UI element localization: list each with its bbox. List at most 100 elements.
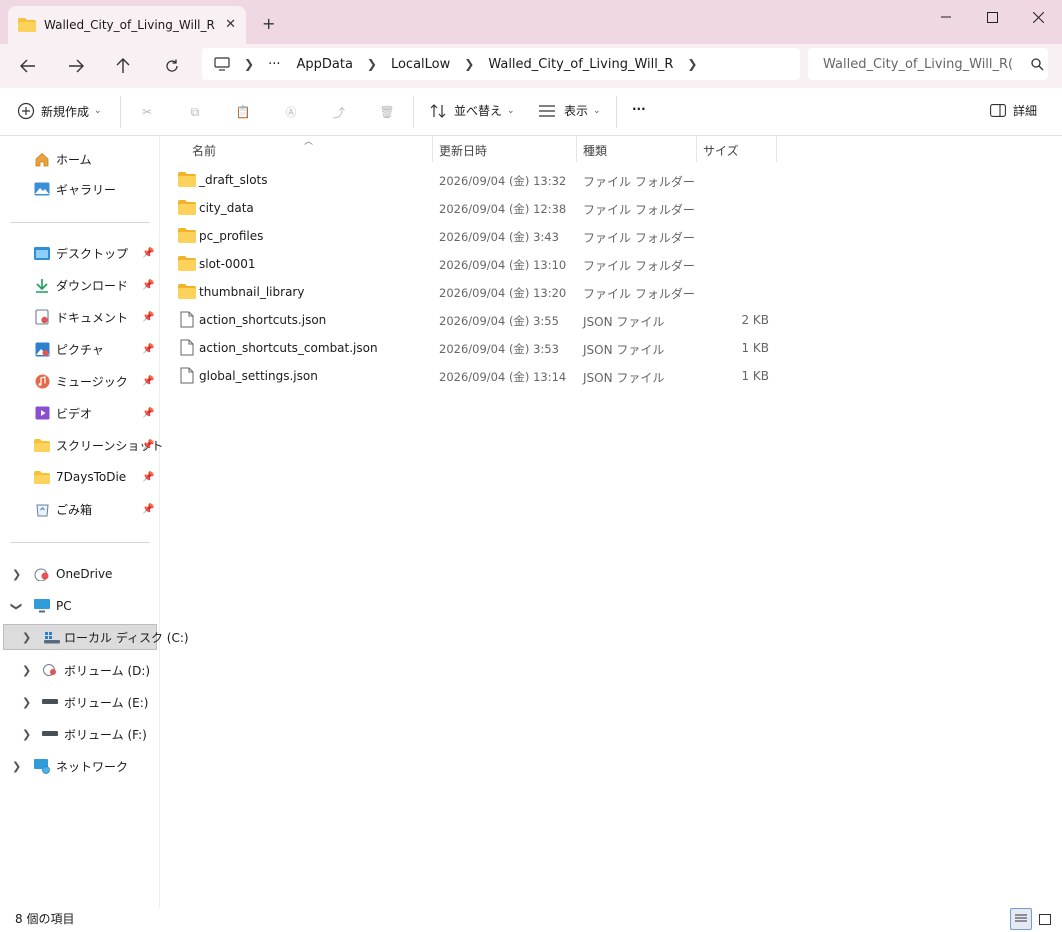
sidebar-item-local-disk-c[interactable]: ❯ ローカル ディスク (C:) — [3, 624, 189, 650]
file-type: ファイル フォルダー — [583, 259, 695, 273]
tab-close-icon[interactable]: ✕ — [225, 17, 236, 32]
file-row[interactable]: slot-0001 2026/09/04 (金) 13:10 ファイル フォルダ… — [170, 251, 780, 277]
more-button[interactable]: ··· — [632, 102, 646, 116]
chevron-right-icon[interactable]: ❯ — [12, 568, 21, 581]
sidebar-item-label: ボリューム (E:) — [64, 695, 149, 710]
maximize-icon — [986, 11, 998, 23]
breadcrumb-ellipsis[interactable]: ··· — [268, 57, 280, 72]
address-bar[interactable]: ❯ ··· AppData ❯ LocalLow ❯ Walled_City_o… — [202, 48, 800, 80]
details-button[interactable]: 詳細 — [990, 102, 1037, 119]
file-row[interactable]: global_settings.json 2026/09/04 (金) 13:1… — [170, 363, 780, 389]
column-header-name[interactable]: 名前 — [192, 142, 216, 159]
sidebar-item-videos[interactable]: ビデオ 📌 — [0, 400, 158, 426]
rename-button[interactable]: Ⓐ — [281, 102, 301, 122]
breadcrumb-item-current[interactable]: Walled_City_of_Living_Will_R — [488, 57, 673, 72]
file-date: 2026/09/04 (金) 13:14 — [439, 370, 567, 384]
maximize-button[interactable] — [969, 6, 1015, 28]
sidebar-item-recycle-bin[interactable]: ごみ箱 📌 — [0, 496, 158, 522]
column-divider[interactable] — [696, 136, 697, 162]
chevron-right-icon[interactable]: ❯ — [22, 728, 31, 741]
chevron-right-icon[interactable]: ❯ — [12, 760, 21, 773]
column-header-type[interactable]: 種類 — [583, 142, 607, 159]
view-button-label: 表示 — [564, 104, 589, 118]
file-row[interactable]: _draft_slots 2026/09/04 (金) 13:32 ファイル フ… — [170, 167, 780, 193]
file-row[interactable]: action_shortcuts_combat.json 2026/09/04 … — [170, 335, 780, 361]
folder-icon — [178, 228, 196, 244]
sidebar-item-documents[interactable]: ドキュメント 📌 — [0, 304, 158, 330]
sidebar-item-pictures[interactable]: ピクチャ 📌 — [0, 336, 158, 362]
file-type: JSON ファイル — [583, 371, 665, 385]
chevron-down-icon[interactable]: ❯ — [10, 601, 23, 610]
breadcrumb-separator-icon[interactable]: ❯ — [687, 57, 697, 71]
delete-button[interactable]: 🗑 — [377, 102, 397, 122]
refresh-button[interactable] — [160, 54, 184, 78]
file-row[interactable]: city_data 2026/09/04 (金) 12:38 ファイル フォルダ… — [170, 195, 780, 221]
search-input[interactable]: Walled_City_of_Living_Will_R( — [808, 48, 1048, 80]
file-name: city_data — [199, 201, 254, 215]
sidebar-item-label: ピクチャ — [56, 342, 104, 357]
file-date: 2026/09/04 (金) 13:10 — [439, 258, 567, 272]
file-type: ファイル フォルダー — [583, 287, 695, 301]
column-header-size[interactable]: サイズ — [703, 142, 739, 159]
sidebar-item-downloads[interactable]: ダウンロード 📌 — [0, 272, 158, 298]
sidebar-item-label: ボリューム (F:) — [64, 727, 147, 742]
minimize-icon — [941, 16, 951, 18]
up-button[interactable] — [111, 54, 135, 78]
search-input-text[interactable]: Walled_City_of_Living_Will_R( — [823, 57, 1013, 72]
file-icon — [180, 367, 198, 384]
chevron-right-icon[interactable]: ❯ — [22, 664, 31, 677]
file-row[interactable]: pc_profiles 2026/09/04 (金) 3:43 ファイル フォル… — [170, 223, 780, 249]
details-view-button[interactable] — [1010, 908, 1032, 930]
pc-icon — [34, 598, 50, 614]
file-row[interactable]: action_shortcuts.json 2026/09/04 (金) 3:5… — [170, 307, 780, 333]
paste-button[interactable]: 📋 — [233, 102, 253, 122]
new-tab-button[interactable]: + — [262, 14, 275, 33]
breadcrumb-item-appdata[interactable]: AppData — [296, 57, 352, 72]
cut-button[interactable]: ✂ — [137, 102, 157, 122]
sidebar-item-onedrive[interactable]: ❯ OneDrive — [0, 561, 158, 587]
drive-icon — [44, 629, 60, 645]
minimize-button[interactable] — [923, 6, 969, 28]
drive-icon — [42, 694, 58, 710]
column-divider[interactable] — [432, 136, 433, 162]
divider — [413, 96, 414, 128]
sidebar-item-desktop[interactable]: デスクトップ 📌 — [0, 240, 158, 266]
sidebar-item-volume-f[interactable]: ❯ ボリューム (F:) — [0, 721, 158, 747]
sidebar-item-network[interactable]: ❯ ネットワーク — [0, 753, 158, 779]
close-window-button[interactable] — [1015, 6, 1061, 28]
copy-button[interactable]: ⧉ — [185, 102, 205, 122]
chevron-right-icon[interactable]: ❯ — [22, 696, 31, 709]
column-divider[interactable] — [776, 136, 777, 162]
tab-active[interactable]: Walled_City_of_Living_Will_R ✕ — [8, 6, 246, 44]
back-button[interactable] — [16, 54, 40, 78]
folder-icon — [178, 256, 196, 272]
column-divider[interactable] — [576, 136, 577, 162]
sidebar-item-volume-d[interactable]: ❯ ボリューム (D:) — [0, 657, 158, 683]
chevron-right-icon[interactable]: ❯ — [22, 631, 31, 644]
sidebar-item-music[interactable]: ミュージック 📌 — [0, 368, 158, 394]
sidebar-item-label: ホーム — [56, 152, 92, 167]
tiles-view-button[interactable] — [1034, 908, 1056, 930]
sidebar-item-gallery[interactable]: ギャラリー — [0, 176, 158, 202]
breadcrumb-separator-icon: ❯ — [244, 57, 255, 71]
pictures-icon — [34, 341, 50, 357]
forward-button[interactable] — [64, 54, 88, 78]
list-view-icon — [1015, 914, 1027, 922]
sidebar-item-label: デスクトップ — [56, 246, 129, 261]
share-button[interactable]: ⤴ — [329, 102, 349, 122]
sidebar-item-label: ドキュメント — [56, 310, 129, 325]
sort-button[interactable]: 並べ替え ⌄ — [430, 102, 515, 119]
sidebar-item-screenshots[interactable]: スクリーンショット 📌 — [0, 432, 163, 458]
sidebar-item-volume-e[interactable]: ❯ ボリューム (E:) — [0, 689, 158, 715]
breadcrumb-item-localow[interactable]: LocalLow — [391, 57, 450, 72]
file-name: slot-0001 — [199, 257, 256, 271]
rename-icon: Ⓐ — [285, 106, 297, 119]
view-button[interactable]: 表示 ⌄ — [539, 102, 601, 119]
sidebar-item-home[interactable]: ホーム — [0, 146, 158, 172]
sidebar-item-pc[interactable]: ❯ PC — [0, 593, 158, 619]
file-row[interactable]: thumbnail_library 2026/09/04 (金) 13:20 フ… — [170, 279, 780, 305]
new-button[interactable]: 新規作成 ⌄ — [17, 102, 102, 120]
sidebar-item-7daystodie[interactable]: 7DaysToDie 📌 — [0, 464, 158, 490]
details-button-label: 詳細 — [1013, 104, 1038, 118]
column-header-date[interactable]: 更新日時 — [439, 142, 487, 159]
